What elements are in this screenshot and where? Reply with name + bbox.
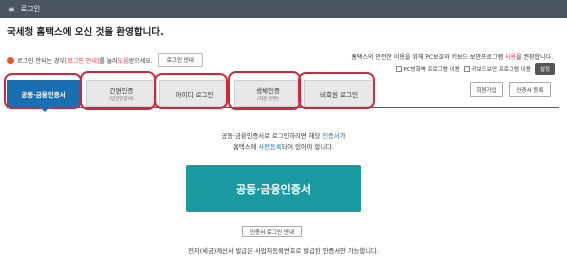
tab-label: 생체인증 <box>256 87 280 95</box>
desc-text: 공동·금융인증서로 로그인하려면 해당 <box>221 133 323 140</box>
join-button[interactable]: 회원가입 <box>470 82 503 97</box>
menu-icon[interactable]: ≡ <box>8 5 15 14</box>
tab-guest-login[interactable]: 비회원 로그인 <box>304 80 374 107</box>
desc-highlight: 사전등록 <box>258 144 282 151</box>
security-red: 사용 <box>505 54 517 61</box>
tab-biometric[interactable]: 생체인증 (지문·안면) <box>234 80 302 107</box>
tab-sublabel: (지문·안면) <box>257 97 279 102</box>
login-tabs: 공동·금융인증서 간편인증 (민간인증서) 아이디 로그인 생체인증 (지문·안… <box>7 80 447 107</box>
tab-cert[interactable]: 공동·금융인증서 <box>7 80 80 107</box>
tab-label: 간편인증 <box>109 87 134 95</box>
firewall-label: PC방화벽 프로그램 이용 <box>403 67 460 73</box>
welcome-heading: 국세청 홈택스에 오신 것을 환영합니다. <box>7 27 164 38</box>
cert-login-button[interactable]: 공동·금융인증서 <box>186 165 361 212</box>
firewall-checkbox[interactable] <box>395 66 402 72</box>
keyboard-checkbox[interactable] <box>463 66 470 72</box>
security-pre: 홈택스의 안전한 이용을 위해 PC보호와 키보드 보안프로그램 <box>351 54 506 61</box>
notice-pre: 로그인 안되는 경우 <box>17 57 65 65</box>
keyboard-label: 키보드보안 프로그램 이용 <box>471 67 531 73</box>
cert-register-button[interactable]: 인증서 등록 <box>509 82 551 97</box>
notice-help: 도움 <box>117 57 129 65</box>
login-notice: 로그인 안되는 경우 [로그인 안내] 를 눌러 도움 받으세요. 로그인 안내 <box>7 53 203 67</box>
desc-text: 가 <box>339 133 346 140</box>
desc-line-2: 홈택스에 사전등록되어 있어야 합니다. <box>0 142 567 151</box>
top-bar: ≡ 로그인 <box>0 0 567 18</box>
footer-notice: 전자(세금)계산서 발급은 사업자등록번호로 발급된 인증서만 가능합니다. <box>188 248 379 255</box>
desc-text: 홈택스에 <box>233 144 259 151</box>
login-guide-button[interactable]: 로그인 안내 <box>157 53 203 67</box>
active-tab-caret <box>40 107 50 112</box>
desc-highlight: 인증서 <box>322 133 340 140</box>
security-notice: 홈택스의 안전한 이용을 위해 PC보호와 키보드 보안프로그램 사용을 권장합… <box>351 52 553 61</box>
tab-label: 비회원 로그인 <box>320 90 358 99</box>
setting-button[interactable]: 설정 <box>534 63 555 75</box>
security-options: PC방화벽 프로그램 이용 키보드보안 프로그램 이용 설정 <box>392 63 555 75</box>
desc-text: 되어 있어야 합니다. <box>281 144 334 151</box>
tab-label: 아이디 로그인 <box>175 90 214 99</box>
tab-sublabel: (민간인증서) <box>109 97 134 102</box>
tab-id-login[interactable]: 아이디 로그인 <box>159 80 230 107</box>
notice-post: 받으세요. <box>128 57 153 65</box>
top-bar-title: 로그인 <box>20 5 41 13</box>
desc-line-1: 공동·금융인증서로 로그인하려면 해당 인증서가 <box>0 131 567 140</box>
cert-login-guide-button[interactable]: 인증서 로그인 안내 <box>242 226 302 237</box>
notice-link: [로그인 안내] <box>64 57 100 65</box>
tab-underline <box>7 107 559 108</box>
notice-mid: 를 눌러 <box>99 57 118 65</box>
security-post: 을 권장합니다. <box>516 54 553 61</box>
tab-simple-auth[interactable]: 간편인증 (민간인증서) <box>86 80 157 107</box>
info-icon <box>7 56 14 64</box>
tab-label: 공동·금융인증서 <box>21 90 66 99</box>
